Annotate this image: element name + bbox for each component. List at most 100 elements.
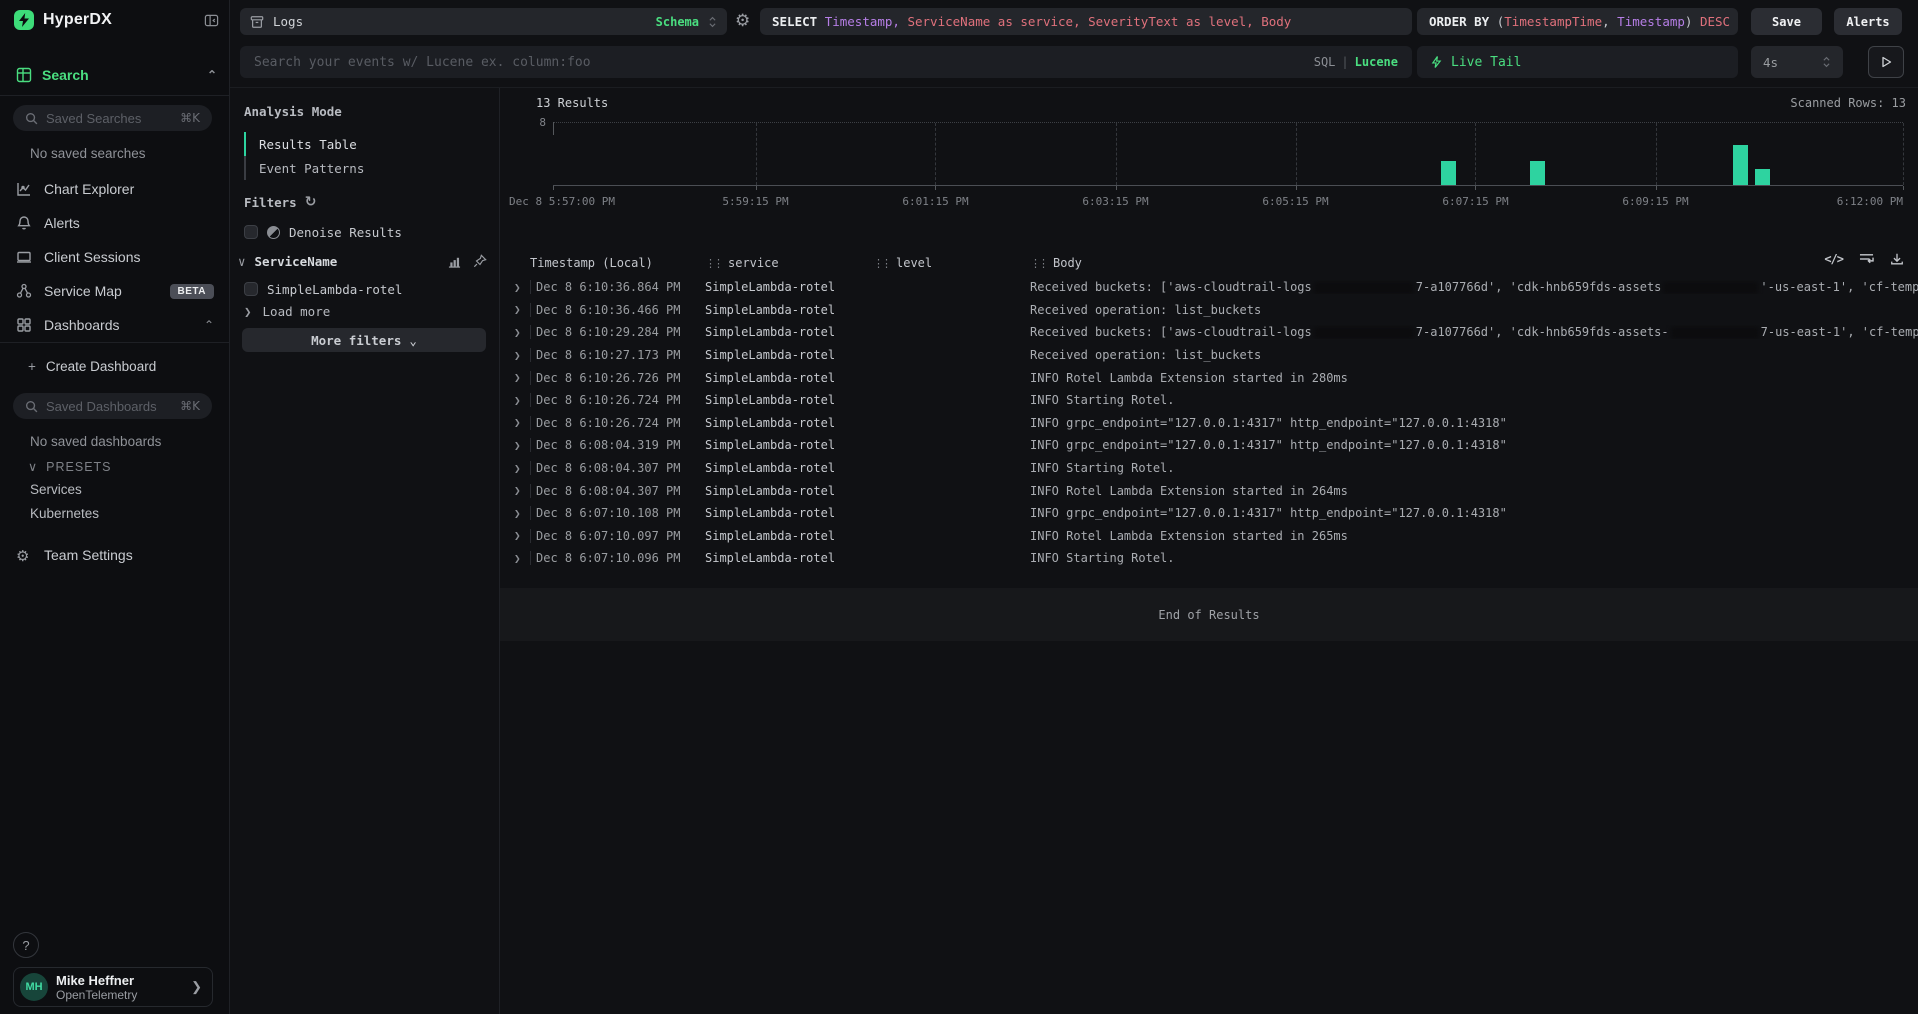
cell-service: SimpleLambda-rotel bbox=[705, 506, 873, 520]
row-expander-icon[interactable]: ❯ bbox=[500, 507, 530, 520]
sidebar-item-alerts[interactable]: Alerts bbox=[0, 208, 230, 238]
lucene-mode-toggle[interactable]: Lucene bbox=[1355, 55, 1398, 69]
facet-checkbox[interactable] bbox=[244, 282, 258, 296]
saved-dashboards-input[interactable]: Saved Dashboards ⌘K bbox=[13, 393, 212, 419]
order-by-input[interactable]: ORDER BY (TimestampTime, Timestamp) DESC bbox=[1417, 8, 1738, 35]
log-row[interactable]: ❯Dec 8 6:07:10.096 PMSimpleLambda-rotelI… bbox=[500, 547, 1918, 570]
create-dashboard-button[interactable]: + Create Dashboard bbox=[0, 351, 230, 381]
source-settings-gear-icon[interactable]: ⚙ bbox=[735, 11, 750, 31]
sidebar-item-search[interactable]: Search ⌃ bbox=[16, 64, 217, 86]
sidebar-item-client-sessions[interactable]: Client Sessions bbox=[0, 242, 230, 272]
log-row[interactable]: ❯Dec 8 6:07:10.097 PMSimpleLambda-rotelI… bbox=[500, 525, 1918, 548]
log-row[interactable]: ❯Dec 8 6:10:26.724 PMSimpleLambda-rotelI… bbox=[500, 389, 1918, 412]
preset-services[interactable]: Services bbox=[30, 482, 82, 497]
save-button[interactable]: Save bbox=[1751, 8, 1822, 35]
load-more-toggle[interactable]: ❯ Load more bbox=[244, 301, 487, 321]
sidebar-collapse-icon[interactable] bbox=[204, 13, 219, 28]
help-button[interactable]: ? bbox=[13, 932, 39, 958]
sidebar-item-chart-explorer[interactable]: Chart Explorer bbox=[0, 174, 230, 204]
log-row[interactable]: ❯Dec 8 6:10:36.864 PMSimpleLambda-rotelR… bbox=[500, 276, 1918, 299]
col-timestamp[interactable]: Timestamp (Local) bbox=[530, 256, 705, 270]
refresh-icon[interactable]: ↻ bbox=[305, 194, 317, 210]
chevron-up-icon[interactable]: ⌃ bbox=[204, 318, 214, 332]
live-tail-button[interactable]: Live Tail bbox=[1417, 46, 1738, 78]
row-expander-icon[interactable]: ❯ bbox=[500, 439, 530, 452]
log-row[interactable]: ❯Dec 8 6:10:29.284 PMSimpleLambda-rotelR… bbox=[500, 321, 1918, 344]
col-level[interactable]: ⋮⋮level bbox=[873, 256, 1030, 270]
histogram-bar[interactable] bbox=[1733, 145, 1748, 185]
x-axis-tick bbox=[1296, 186, 1297, 190]
histogram-bar[interactable] bbox=[1755, 169, 1770, 185]
log-row[interactable]: ❯Dec 8 6:08:04.319 PMSimpleLambda-rotelI… bbox=[500, 434, 1918, 457]
schema-link[interactable]: Schema bbox=[656, 15, 699, 29]
log-row[interactable]: ❯Dec 8 6:10:26.724 PMSimpleLambda-rotelI… bbox=[500, 412, 1918, 435]
drag-handle-icon[interactable]: ⋮⋮ bbox=[1030, 257, 1046, 270]
denoise-results-option[interactable]: Denoise Results bbox=[244, 222, 487, 242]
sidebar-item-dashboards[interactable]: Dashboards ⌃ bbox=[0, 310, 230, 340]
alerts-button[interactable]: Alerts bbox=[1834, 8, 1902, 35]
sidebar-item-team-settings[interactable]: ⚙ Team Settings bbox=[0, 540, 230, 570]
sql-mode-toggle[interactable]: SQL bbox=[1314, 55, 1336, 69]
cell-service: SimpleLambda-rotel bbox=[705, 461, 873, 475]
row-expander-icon[interactable]: ❯ bbox=[500, 371, 530, 384]
results-histogram[interactable]: Dec 8 5:57:00 PM5:59:15 PM6:01:15 PM6:03… bbox=[553, 122, 1903, 186]
log-row[interactable]: ❯Dec 8 6:10:27.173 PMSimpleLambda-rotelR… bbox=[500, 344, 1918, 367]
service-map-icon bbox=[16, 283, 32, 299]
mode-results-table[interactable]: Results Table bbox=[244, 132, 364, 156]
row-expander-icon[interactable]: ❯ bbox=[500, 529, 530, 542]
preset-kubernetes[interactable]: Kubernetes bbox=[30, 506, 99, 521]
download-icon[interactable] bbox=[1890, 252, 1904, 266]
log-row[interactable]: ❯Dec 8 6:08:04.307 PMSimpleLambda-rotelI… bbox=[500, 479, 1918, 502]
user-org: OpenTelemetry bbox=[56, 988, 137, 1002]
log-row[interactable]: ❯Dec 8 6:07:10.108 PMSimpleLambda-rotelI… bbox=[500, 502, 1918, 525]
histogram-bar[interactable] bbox=[1530, 161, 1545, 185]
cell-service: SimpleLambda-rotel bbox=[705, 438, 873, 452]
row-expander-icon[interactable]: ❯ bbox=[500, 349, 530, 362]
more-filters-button[interactable]: More filters ⌄ bbox=[242, 328, 486, 352]
row-expander-icon[interactable]: ❯ bbox=[500, 326, 530, 339]
denoise-checkbox[interactable] bbox=[244, 225, 258, 239]
user-menu[interactable]: MH Mike Heffner OpenTelemetry ❯ bbox=[13, 967, 213, 1007]
row-expander-icon[interactable]: ❯ bbox=[500, 462, 530, 475]
refresh-interval-select[interactable]: 4s bbox=[1751, 46, 1843, 78]
log-row[interactable]: ❯Dec 8 6:10:36.466 PMSimpleLambda-rotelR… bbox=[500, 299, 1918, 322]
col-body[interactable]: ⋮⋮Body bbox=[1030, 256, 1798, 270]
select-updown-icon bbox=[708, 15, 717, 29]
sidebar-item-service-map[interactable]: Service Map BETA bbox=[0, 276, 230, 306]
code-view-icon[interactable]: </> bbox=[1824, 252, 1843, 266]
chevron-down-icon: ⌄ bbox=[409, 333, 417, 348]
pin-icon[interactable] bbox=[473, 254, 487, 268]
cell-timestamp: Dec 8 6:10:26.724 PM bbox=[530, 416, 705, 430]
row-expander-icon[interactable]: ❯ bbox=[500, 303, 530, 316]
facet-value-simplelambda-rotel[interactable]: SimpleLambda-rotel bbox=[244, 279, 487, 299]
drag-handle-icon[interactable]: ⋮⋮ bbox=[705, 257, 721, 270]
row-expander-icon[interactable]: ❯ bbox=[500, 394, 530, 407]
redacted-text bbox=[1314, 282, 1414, 294]
log-row[interactable]: ❯Dec 8 6:08:04.307 PMSimpleLambda-rotelI… bbox=[500, 457, 1918, 480]
col-service[interactable]: ⋮⋮service bbox=[705, 256, 873, 270]
row-expander-icon[interactable]: ❯ bbox=[500, 416, 530, 429]
row-expander-icon[interactable]: ❯ bbox=[500, 552, 530, 565]
chevron-up-icon[interactable]: ⌃ bbox=[207, 68, 217, 82]
row-expander-icon[interactable]: ❯ bbox=[500, 484, 530, 497]
chevron-right-icon: ❯ bbox=[244, 304, 252, 319]
histogram-bar[interactable] bbox=[1441, 161, 1456, 185]
drag-handle-icon[interactable]: ⋮⋮ bbox=[873, 257, 889, 270]
format-columns-icon[interactable] bbox=[1859, 252, 1874, 266]
facet-group-servicename[interactable]: ∨ ServiceName bbox=[238, 251, 487, 271]
select-query-input[interactable]: SELECT Timestamp, ServiceName as service… bbox=[760, 8, 1412, 35]
gridline-vertical bbox=[1296, 123, 1297, 185]
y-axis-tick-label: 8 bbox=[530, 116, 546, 129]
saved-searches-input[interactable]: Saved Searches ⌘K bbox=[13, 105, 212, 131]
presets-toggle[interactable]: ∨ PRESETS bbox=[28, 459, 112, 474]
cell-service: SimpleLambda-rotel bbox=[705, 371, 873, 385]
mode-event-patterns[interactable]: Event Patterns bbox=[244, 156, 364, 180]
cell-body: INFO Starting Rotel. bbox=[1030, 461, 1918, 475]
log-row[interactable]: ❯Dec 8 6:10:26.726 PMSimpleLambda-rotelI… bbox=[500, 366, 1918, 389]
x-axis-label: 5:59:15 PM bbox=[722, 195, 788, 208]
row-expander-icon[interactable]: ❯ bbox=[500, 281, 530, 294]
facet-chart-icon[interactable] bbox=[448, 255, 461, 268]
play-button[interactable] bbox=[1868, 46, 1904, 78]
search-input[interactable]: Search your events w/ Lucene ex. column:… bbox=[240, 46, 1412, 78]
source-select[interactable]: Logs Schema bbox=[240, 8, 727, 35]
